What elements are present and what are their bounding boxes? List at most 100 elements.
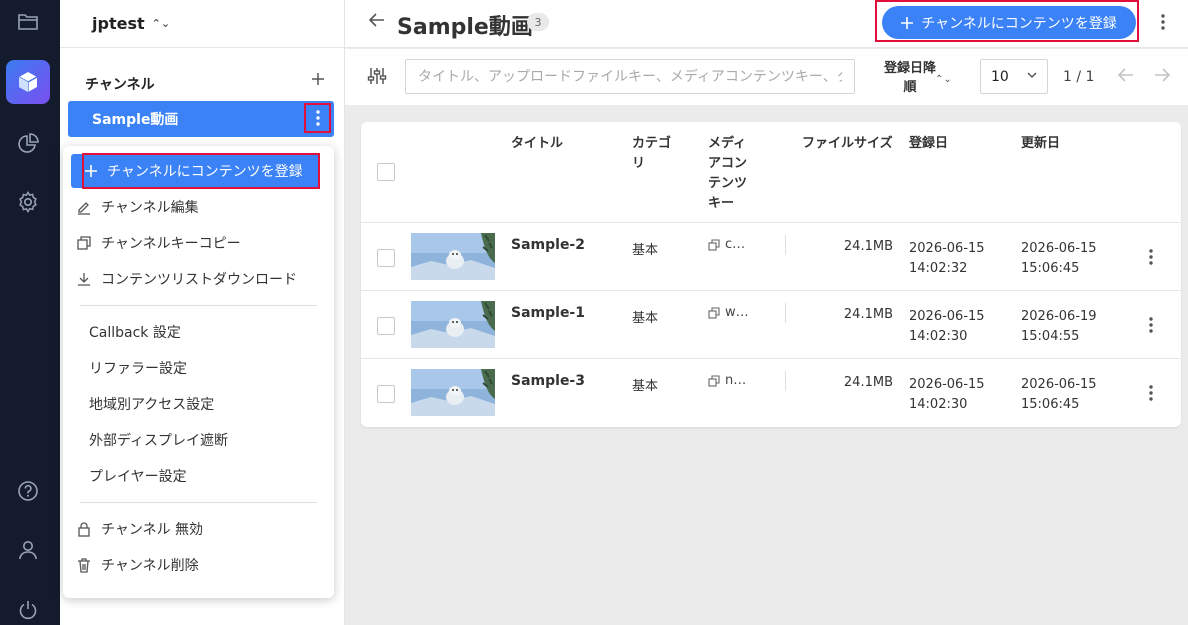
register-content-button[interactable]: チャンネルにコンテンツを登録 — [882, 6, 1136, 39]
row-more-icon[interactable] — [1141, 381, 1161, 405]
media-key-text: c… — [725, 237, 746, 252]
row-created: 2026-06-15 14:02:32 — [909, 239, 985, 279]
date-text: 2026-06-15 — [1021, 377, 1097, 392]
page-title: Sample動画 — [397, 15, 533, 40]
select-all-checkbox[interactable] — [377, 163, 395, 181]
updown-chevron-icon: ⌃⌄ — [151, 17, 171, 30]
content-table: タイトル カテゴ リ メディ アコン テンツ キー ファイルサイズ 登録日 更新… — [361, 122, 1181, 427]
plus-icon — [85, 165, 97, 177]
time-text: 15:04:55 — [1021, 329, 1080, 344]
help-icon[interactable] — [6, 469, 50, 513]
header-text: リ — [632, 156, 646, 171]
header-text: アコン — [708, 156, 748, 171]
date-text: 2026-06-19 — [1021, 309, 1097, 324]
per-page-select[interactable]: 10 — [980, 59, 1048, 94]
column-header-title: タイトル — [511, 136, 564, 151]
row-title: Sample-3 — [511, 373, 585, 389]
download-icon — [75, 271, 93, 287]
header-text: メディ — [708, 136, 747, 151]
power-icon[interactable] — [6, 588, 50, 625]
menu-callback-settings[interactable]: Callback 設定 — [89, 317, 181, 347]
row-file-size: 24.1MB — [843, 375, 893, 390]
row-media-key[interactable]: c… — [708, 237, 745, 252]
table-row[interactable]: Sample-1 基本 w… 24.1MB 2026-06-15 14:02:3… — [361, 290, 1181, 358]
page-more-icon[interactable] — [1153, 10, 1173, 34]
copy-icon — [708, 306, 720, 319]
time-text: 14:02:32 — [909, 261, 968, 276]
menu-register-content[interactable]: チャンネルにコンテンツを登録 — [71, 154, 320, 188]
folder-icon[interactable] — [6, 0, 50, 44]
next-page-arrow-icon[interactable] — [1154, 68, 1170, 82]
media-key-text: n… — [725, 373, 747, 388]
date-text: 2026-06-15 — [909, 241, 985, 256]
menu-external-display-block[interactable]: 外部ディスプレイ遮断 — [89, 425, 228, 455]
row-checkbox[interactable] — [377, 385, 395, 403]
menu-label: プレイヤー設定 — [89, 469, 187, 485]
table-row[interactable]: Sample-2 基本 c… 24.1MB 2026-06-15 14:02:3… — [361, 222, 1181, 290]
row-media-key[interactable]: n… — [708, 373, 746, 388]
row-media-key[interactable]: w… — [708, 305, 749, 320]
channel-name: Sample動画 — [92, 112, 179, 128]
column-header-created: 登録日 — [909, 136, 949, 151]
sort-selector[interactable]: 登録日降 順 ⌃⌄ — [869, 59, 952, 97]
back-arrow-icon[interactable] — [369, 13, 385, 27]
menu-label: 外部ディスプレイ遮断 — [89, 433, 229, 449]
add-channel-icon[interactable] — [310, 71, 326, 87]
column-header-category: カテゴ リ — [632, 134, 671, 174]
table-row[interactable]: Sample-3 基本 n… 24.1MB 2026-06-15 14:02:3… — [361, 358, 1181, 426]
user-icon[interactable] — [6, 528, 50, 572]
video-thumbnail[interactable] — [411, 301, 495, 348]
copy-icon — [708, 238, 720, 251]
channel-context-menu: チャンネルにコンテンツを登録 チャンネル編集 チャンネルキーコピー コンテンツリ… — [63, 146, 334, 598]
search-input[interactable] — [405, 59, 855, 94]
filter-sliders-icon[interactable] — [367, 67, 387, 85]
time-text: 14:02:30 — [909, 329, 968, 344]
header-text: テンツ — [708, 176, 748, 191]
menu-disable-channel[interactable]: チャンネル 無効 — [75, 514, 203, 544]
menu-label: チャンネル削除 — [101, 558, 199, 574]
prev-page-arrow-icon[interactable] — [1118, 68, 1134, 82]
menu-region-access-settings[interactable]: 地域別アクセス設定 — [89, 389, 214, 419]
menu-label: Callback 設定 — [89, 325, 181, 341]
workspace-name: jptest — [92, 14, 145, 33]
pie-chart-icon[interactable] — [6, 122, 50, 166]
menu-delete-channel[interactable]: チャンネル削除 — [75, 550, 199, 580]
row-category: 基本 — [632, 379, 659, 394]
pagination-text: 1 / 1 — [1063, 69, 1095, 85]
menu-download-content-list[interactable]: コンテンツリストダウンロード — [75, 264, 297, 294]
menu-copy-channel-key[interactable]: チャンネルキーコピー — [75, 228, 241, 258]
row-file-size: 24.1MB — [843, 307, 893, 322]
row-checkbox[interactable] — [377, 249, 395, 267]
sidebar-item-sample-video[interactable]: Sample動画 — [68, 101, 334, 137]
pencil-icon — [75, 199, 93, 215]
copy-icon — [708, 374, 720, 387]
cube-icon[interactable] — [6, 60, 50, 104]
row-more-icon[interactable] — [1141, 245, 1161, 269]
menu-label: コンテンツリストダウンロード — [101, 272, 297, 288]
list-toolbar: 登録日降 順 ⌃⌄ 10 1 / 1 — [345, 49, 1188, 105]
row-file-size: 24.1MB — [843, 239, 893, 254]
column-divider — [785, 371, 786, 391]
menu-divider — [80, 502, 317, 503]
menu-label: チャンネル編集 — [101, 200, 199, 216]
menu-register-label: チャンネルにコンテンツを登録 — [107, 164, 303, 180]
video-thumbnail[interactable] — [411, 233, 495, 280]
channel-more-icon[interactable] — [304, 103, 331, 133]
gear-icon[interactable] — [6, 180, 50, 224]
row-more-icon[interactable] — [1141, 313, 1161, 337]
date-text: 2026-06-15 — [909, 377, 985, 392]
row-created: 2026-06-15 14:02:30 — [909, 307, 985, 347]
row-category: 基本 — [632, 311, 659, 326]
row-created: 2026-06-15 14:02:30 — [909, 375, 985, 415]
menu-edit-channel[interactable]: チャンネル編集 — [75, 192, 199, 222]
video-thumbnail[interactable] — [411, 369, 495, 416]
menu-divider — [80, 305, 317, 306]
icon-rail — [0, 0, 60, 625]
menu-player-settings[interactable]: プレイヤー設定 — [89, 461, 187, 491]
workspace-selector[interactable]: jptest ⌃⌄ — [60, 0, 344, 48]
page-header: Sample動画 3 チャンネルにコンテンツを登録 — [345, 0, 1188, 48]
date-text: 2026-06-15 — [909, 309, 985, 324]
row-checkbox[interactable] — [377, 317, 395, 335]
menu-label: チャンネルキーコピー — [101, 236, 241, 252]
menu-referrer-settings[interactable]: リファラー設定 — [89, 353, 187, 383]
